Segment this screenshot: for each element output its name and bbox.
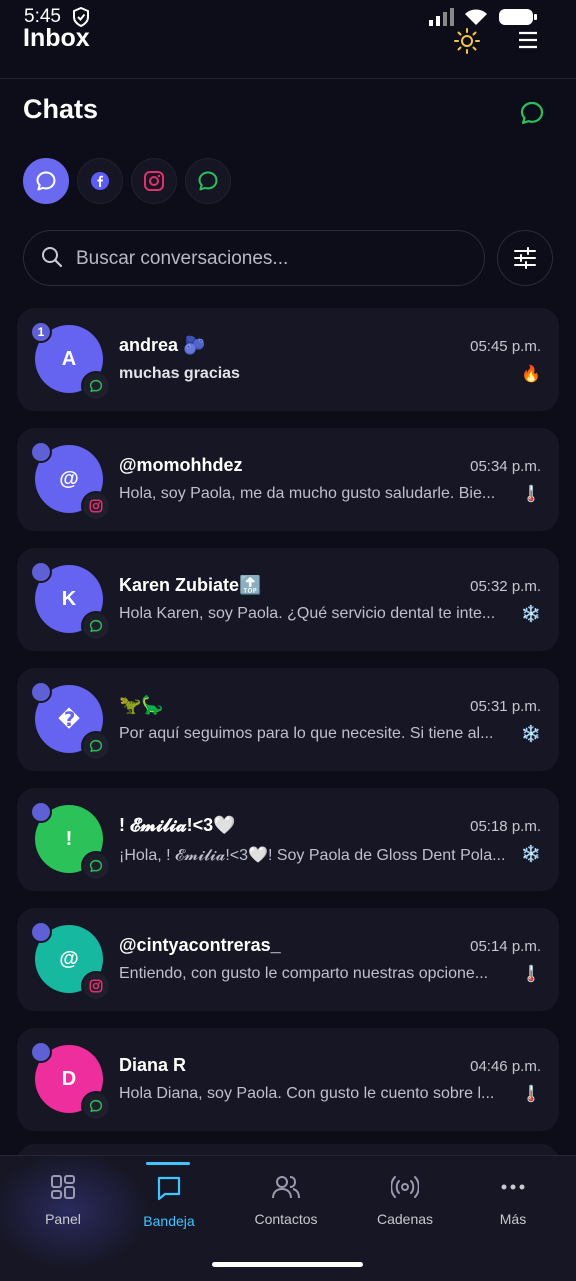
channel-facebook-button[interactable] xyxy=(77,158,123,204)
conversation-row[interactable]: K Karen Zubiate🔝 05:32 p.m. Hola Karen, … xyxy=(17,548,559,651)
message-preview: ¡Hola, ! 𝓔𝓶𝓲𝓵𝓲𝓪!<3🤍! Soy Paola de Gloss … xyxy=(119,847,506,864)
lead-temperature-icon: 🌡️ xyxy=(521,1086,541,1103)
message-preview: Hola, soy Paola, me da mucho gusto salud… xyxy=(119,485,496,502)
search-icon xyxy=(41,246,63,273)
inbox-chat-icon xyxy=(157,1176,181,1201)
instagram-icon xyxy=(81,491,111,521)
instagram-icon xyxy=(144,171,164,191)
contact-name: @momohhdez xyxy=(119,455,243,475)
whatsapp-icon xyxy=(198,171,218,191)
instagram-icon xyxy=(81,971,111,1001)
conversation-row[interactable]: ! ! 𝓔𝓶𝓲𝓵𝓲𝓪!<3🤍 05:18 p.m. ¡Hola, ! 𝓔𝓶𝓲𝓵𝓲… xyxy=(17,788,559,891)
lead-temperature-icon: 🔥 xyxy=(521,366,541,383)
lead-temperature-icon: ❄️ xyxy=(521,846,541,863)
message-time: 04:46 p.m. xyxy=(470,1058,541,1075)
unread-dot xyxy=(30,561,52,583)
conversation-row[interactable]: D Diana R 04:46 p.m. Hola Diana, soy Pao… xyxy=(17,1028,559,1131)
channel-instagram-button[interactable] xyxy=(131,158,177,204)
sliders-icon xyxy=(514,247,536,269)
dashboard-icon xyxy=(51,1175,75,1199)
contact-name: Karen Zubiate🔝 xyxy=(119,575,262,595)
message-preview: Entiendo, con gusto le comparto nuestras… xyxy=(119,965,489,982)
whatsapp-icon xyxy=(81,371,111,401)
home-indicator xyxy=(212,1262,363,1267)
menu-icon[interactable] xyxy=(517,30,539,55)
unread-dot xyxy=(30,681,52,703)
conversation-row[interactable]: � 🦖🦕 05:31 p.m. Por aquí seguimos para l… xyxy=(17,668,559,771)
message-time: 05:32 p.m. xyxy=(470,578,541,595)
unread-dot xyxy=(30,921,52,943)
unread-dot xyxy=(30,1041,52,1063)
message-time: 05:34 p.m. xyxy=(470,458,541,475)
unread-dot xyxy=(30,441,52,463)
chats-heading: Chats xyxy=(23,94,99,124)
nav-panel-label: Panel xyxy=(45,1211,81,1227)
message-time: 05:45 p.m. xyxy=(470,338,541,355)
bottom-nav: Panel Bandeja Contactos Cadenas Más xyxy=(0,1151,576,1281)
facebook-icon xyxy=(91,172,109,190)
contact-name: @cintyacontreras_ xyxy=(119,935,281,955)
conversation-row[interactable]: A 1 andrea 🫐 05:45 p.m. muchas gracias 🔥 xyxy=(17,308,559,411)
message-time: 05:18 p.m. xyxy=(470,818,541,835)
broadcast-icon xyxy=(390,1176,420,1198)
active-tab-indicator xyxy=(146,1162,190,1165)
message-preview: Hola Karen, soy Paola. ¿Qué servicio den… xyxy=(119,605,496,622)
app-title: Inbox xyxy=(23,24,90,52)
app-header: Inbox xyxy=(0,24,576,79)
lead-temperature-icon: ❄️ xyxy=(521,606,541,623)
filter-button[interactable] xyxy=(497,230,553,286)
whatsapp-icon xyxy=(81,731,111,761)
nav-cadenas-label: Cadenas xyxy=(376,1211,434,1227)
channel-filter xyxy=(23,158,231,204)
whatsapp-icon xyxy=(81,1091,111,1121)
search-input[interactable] xyxy=(74,243,468,275)
nav-cadenas[interactable]: Cadenas xyxy=(350,1174,460,1227)
message-preview: Hola Diana, soy Paola. Con gusto le cuen… xyxy=(119,1085,495,1102)
conversation-row[interactable]: @ @momohhdez 05:34 p.m. Hola, soy Paola,… xyxy=(17,428,559,531)
contacts-icon xyxy=(272,1176,300,1199)
contact-name: 🦖🦕 xyxy=(119,695,164,715)
whatsapp-icon xyxy=(81,611,111,641)
conversation-list: A 1 andrea 🫐 05:45 p.m. muchas gracias 🔥… xyxy=(17,308,559,1148)
unread-dot xyxy=(30,801,52,823)
unread-count-badge: 1 xyxy=(30,321,52,343)
conversation-row[interactable]: @ @cintyacontreras_ 05:14 p.m. Entiendo,… xyxy=(17,908,559,1011)
lead-temperature-icon: 🌡️ xyxy=(521,486,541,503)
contact-name: andrea 🫐 xyxy=(119,335,206,355)
nav-mas[interactable]: Más xyxy=(458,1174,568,1227)
lead-temperature-icon: ❄️ xyxy=(521,726,541,743)
message-preview: Por aquí seguimos para lo que necesite. … xyxy=(119,725,494,742)
nav-bandeja[interactable]: Bandeja xyxy=(114,1174,224,1229)
nav-contactos[interactable]: Contactos xyxy=(231,1174,341,1227)
message-preview: muchas gracias xyxy=(119,365,240,382)
new-chat-icon[interactable] xyxy=(519,100,545,131)
contact-name: Diana R xyxy=(119,1055,187,1075)
nav-panel[interactable]: Panel xyxy=(8,1174,118,1227)
channel-whatsapp-button[interactable] xyxy=(185,158,231,204)
lead-temperature-icon: 🌡️ xyxy=(521,966,541,983)
more-icon xyxy=(501,1184,525,1190)
chat-bubble-icon xyxy=(36,171,56,191)
nav-mas-label: Más xyxy=(499,1211,527,1227)
channel-all-button[interactable] xyxy=(23,158,69,204)
sun-icon[interactable] xyxy=(454,28,480,59)
nav-contactos-label: Contactos xyxy=(254,1211,318,1227)
whatsapp-icon xyxy=(81,851,111,881)
message-time: 05:31 p.m. xyxy=(470,698,541,715)
nav-bandeja-label: Bandeja xyxy=(143,1213,195,1229)
contact-name: ! 𝓔𝓶𝓲𝓵𝓲𝓪!<3🤍 xyxy=(119,815,236,835)
message-time: 05:14 p.m. xyxy=(470,938,541,955)
search-bar xyxy=(23,230,485,286)
